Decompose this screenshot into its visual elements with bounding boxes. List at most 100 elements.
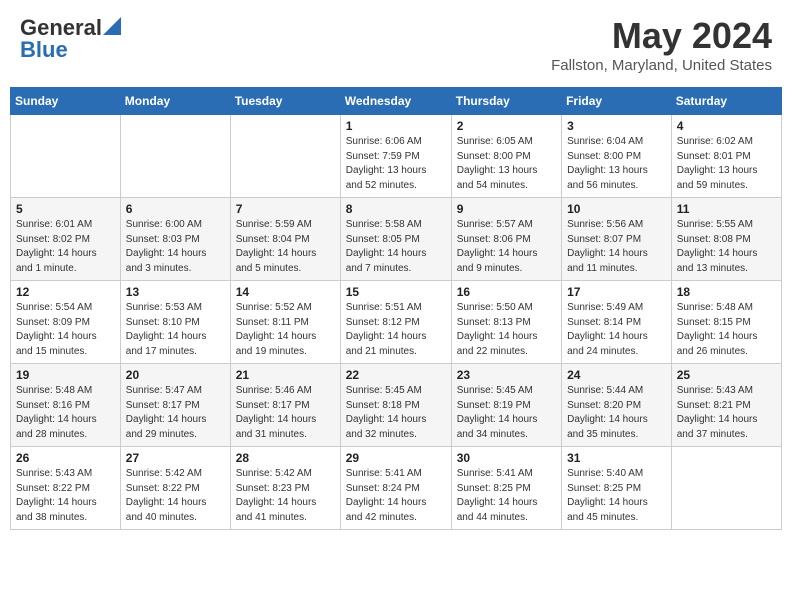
calendar-cell: 17 Sunrise: 5:49 AMSunset: 8:14 PMDayligh…	[562, 281, 672, 364]
calendar-cell: 3Sunrise: 6:04 AMSunset: 8:00 PMDaylight…	[562, 115, 672, 198]
day-number: 4	[677, 119, 776, 133]
day-info: Sunrise: 5:43 AMSunset: 8:22 PMDaylight:…	[16, 467, 115, 525]
weekday-header: Wednesday	[340, 88, 451, 115]
logo: General Blue	[20, 15, 121, 63]
day-number: 5	[16, 202, 115, 216]
calendar-cell: 4 Sunrise: 6:02 AMSunset: 8:01 PMDaylight…	[671, 115, 781, 198]
day-number: 10	[567, 202, 666, 216]
calendar-cell: 21 Sunrise: 5:46 AMSunset: 8:17 PMDayligh…	[230, 364, 340, 447]
day-info: Sunrise: 5:50 AMSunset: 8:13 PMDaylight:…	[457, 301, 556, 359]
calendar-cell: 19 Sunrise: 5:48 AMSunset: 8:16 PMDayligh…	[11, 364, 121, 447]
day-number: 8	[346, 202, 446, 216]
day-info: Sunrise: 6:01 AMSunset: 8:02 PMDaylight:…	[16, 218, 115, 276]
day-number: 14	[236, 285, 335, 299]
day-number: 2	[457, 119, 556, 133]
calendar-cell: 29 Sunrise: 5:41 AMSunset: 8:24 PMDayligh…	[340, 447, 451, 530]
day-info: Sunrise: 5:57 AMSunset: 8:06 PMDaylight:…	[457, 218, 556, 276]
day-info: Sunrise: 5:48 AMSunset: 8:15 PMDaylight:…	[677, 301, 776, 359]
day-number: 15	[346, 285, 446, 299]
weekday-header: Monday	[120, 88, 230, 115]
calendar-cell: 14Sunrise: 5:52 AMSunset: 8:11 PMDayligh…	[230, 281, 340, 364]
day-info: Sunrise: 5:46 AMSunset: 8:17 PMDaylight:…	[236, 384, 335, 442]
day-info: Sunrise: 5:41 AMSunset: 8:24 PMDaylight:…	[346, 467, 446, 525]
day-number: 23	[457, 368, 556, 382]
logo-triangle-icon	[103, 17, 121, 35]
day-number: 26	[16, 451, 115, 465]
day-info: Sunrise: 5:41 AMSunset: 8:25 PMDaylight:…	[457, 467, 556, 525]
weekday-header: Friday	[562, 88, 672, 115]
day-info: Sunrise: 6:02 AMSunset: 8:01 PMDaylight:…	[677, 135, 776, 193]
weekday-header-row: SundayMondayTuesdayWednesdayThursdayFrid…	[11, 88, 782, 115]
day-info: Sunrise: 5:54 AMSunset: 8:09 PMDaylight:…	[16, 301, 115, 359]
calendar-cell: 2Sunrise: 6:05 AMSunset: 8:00 PMDaylight…	[451, 115, 561, 198]
calendar-cell: 22 Sunrise: 5:45 AMSunset: 8:18 PMDayligh…	[340, 364, 451, 447]
calendar-cell: 11Sunrise: 5:55 AMSunset: 8:08 PMDayligh…	[671, 198, 781, 281]
day-number: 31	[567, 451, 666, 465]
calendar-cell: 10 Sunrise: 5:56 AMSunset: 8:07 PMDayligh…	[562, 198, 672, 281]
calendar-cell: 5 Sunrise: 6:01 AMSunset: 8:02 PMDaylight…	[11, 198, 121, 281]
calendar-cell: 12Sunrise: 5:54 AMSunset: 8:09 PMDayligh…	[11, 281, 121, 364]
calendar-cell	[120, 115, 230, 198]
day-number: 25	[677, 368, 776, 382]
weekday-header: Saturday	[671, 88, 781, 115]
calendar-week-row: 19 Sunrise: 5:48 AMSunset: 8:16 PMDayligh…	[11, 364, 782, 447]
day-number: 19	[16, 368, 115, 382]
day-number: 27	[126, 451, 225, 465]
calendar-cell: 25Sunrise: 5:43 AMSunset: 8:21 PMDayligh…	[671, 364, 781, 447]
day-info: Sunrise: 5:59 AMSunset: 8:04 PMDaylight:…	[236, 218, 335, 276]
day-number: 18	[677, 285, 776, 299]
day-info: Sunrise: 6:00 AMSunset: 8:03 PMDaylight:…	[126, 218, 225, 276]
day-info: Sunrise: 5:42 AMSunset: 8:22 PMDaylight:…	[126, 467, 225, 525]
day-info: Sunrise: 5:48 AMSunset: 8:16 PMDaylight:…	[16, 384, 115, 442]
weekday-header: Tuesday	[230, 88, 340, 115]
calendar-cell: 23 Sunrise: 5:45 AMSunset: 8:19 PMDayligh…	[451, 364, 561, 447]
calendar-cell: 1 Sunrise: 6:06 AMSunset: 7:59 PMDaylight…	[340, 115, 451, 198]
calendar-cell	[230, 115, 340, 198]
day-number: 22	[346, 368, 446, 382]
calendar-cell	[11, 115, 121, 198]
day-number: 7	[236, 202, 335, 216]
day-number: 24	[567, 368, 666, 382]
calendar-cell: 15Sunrise: 5:51 AMSunset: 8:12 PMDayligh…	[340, 281, 451, 364]
day-info: Sunrise: 5:47 AMSunset: 8:17 PMDaylight:…	[126, 384, 225, 442]
calendar-cell: 26 Sunrise: 5:43 AMSunset: 8:22 PMDayligh…	[11, 447, 121, 530]
calendar-cell: 6 Sunrise: 6:00 AMSunset: 8:03 PMDaylight…	[120, 198, 230, 281]
day-number: 11	[677, 202, 776, 216]
calendar-cell: 18 Sunrise: 5:48 AMSunset: 8:15 PMDayligh…	[671, 281, 781, 364]
weekday-header: Thursday	[451, 88, 561, 115]
calendar-week-row: 12Sunrise: 5:54 AMSunset: 8:09 PMDayligh…	[11, 281, 782, 364]
day-number: 21	[236, 368, 335, 382]
calendar-week-row: 1 Sunrise: 6:06 AMSunset: 7:59 PMDaylight…	[11, 115, 782, 198]
day-info: Sunrise: 5:58 AMSunset: 8:05 PMDaylight:…	[346, 218, 446, 276]
day-info: Sunrise: 5:56 AMSunset: 8:07 PMDaylight:…	[567, 218, 666, 276]
calendar-cell: 7 Sunrise: 5:59 AMSunset: 8:04 PMDaylight…	[230, 198, 340, 281]
day-info: Sunrise: 6:06 AMSunset: 7:59 PMDaylight:…	[346, 135, 446, 193]
day-info: Sunrise: 5:44 AMSunset: 8:20 PMDaylight:…	[567, 384, 666, 442]
day-info: Sunrise: 5:40 AMSunset: 8:25 PMDaylight:…	[567, 467, 666, 525]
day-number: 28	[236, 451, 335, 465]
logo-blue: Blue	[20, 37, 68, 63]
day-number: 9	[457, 202, 556, 216]
day-number: 16	[457, 285, 556, 299]
calendar-cell: 9 Sunrise: 5:57 AMSunset: 8:06 PMDaylight…	[451, 198, 561, 281]
calendar-cell	[671, 447, 781, 530]
day-info: Sunrise: 5:45 AMSunset: 8:18 PMDaylight:…	[346, 384, 446, 442]
day-info: Sunrise: 5:45 AMSunset: 8:19 PMDaylight:…	[457, 384, 556, 442]
day-number: 17	[567, 285, 666, 299]
calendar-cell: 13Sunrise: 5:53 AMSunset: 8:10 PMDayligh…	[120, 281, 230, 364]
day-number: 6	[126, 202, 225, 216]
calendar-cell: 16 Sunrise: 5:50 AMSunset: 8:13 PMDayligh…	[451, 281, 561, 364]
calendar-table: SundayMondayTuesdayWednesdayThursdayFrid…	[10, 87, 782, 530]
calendar-week-row: 26 Sunrise: 5:43 AMSunset: 8:22 PMDayligh…	[11, 447, 782, 530]
calendar-cell: 20Sunrise: 5:47 AMSunset: 8:17 PMDayligh…	[120, 364, 230, 447]
day-info: Sunrise: 5:49 AMSunset: 8:14 PMDaylight:…	[567, 301, 666, 359]
location: Fallston, Maryland, United States	[551, 57, 772, 74]
weekday-header: Sunday	[11, 88, 121, 115]
calendar-cell: 8 Sunrise: 5:58 AMSunset: 8:05 PMDaylight…	[340, 198, 451, 281]
title-area: May 2024 Fallston, Maryland, United Stat…	[551, 15, 772, 74]
day-number: 29	[346, 451, 446, 465]
day-number: 1	[346, 119, 446, 133]
day-number: 30	[457, 451, 556, 465]
day-info: Sunrise: 6:04 AMSunset: 8:00 PMDaylight:…	[567, 135, 666, 193]
calendar-cell: 28Sunrise: 5:42 AMSunset: 8:23 PMDayligh…	[230, 447, 340, 530]
